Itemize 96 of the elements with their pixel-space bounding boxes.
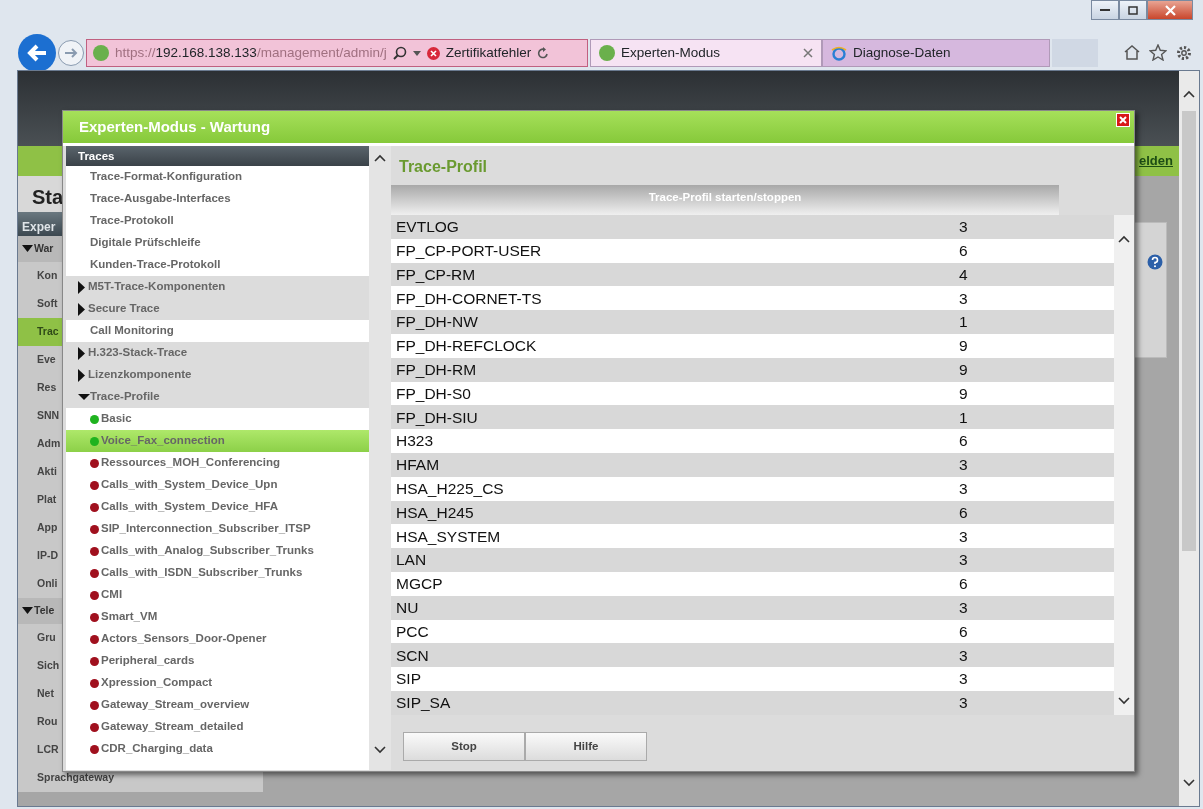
back-arrow-icon [26, 43, 48, 63]
table-cell-text: 6 [959, 431, 969, 452]
scroll-up-icon[interactable] [374, 154, 387, 162]
address-bar[interactable]: https://192.168.138.133/management/admin/j Zertifikatfehler [86, 39, 588, 67]
caret-icon [78, 302, 85, 316]
scroll-down-icon[interactable] [374, 746, 387, 754]
tree-folder[interactable]: M5T-Trace-Komponenten [66, 276, 370, 298]
tree-header: Traces [66, 146, 370, 166]
table-cell-text: 3 [959, 288, 969, 309]
table-cell-text: FP_DH-CORNET-TS [396, 288, 542, 309]
table-cell-text: FP_DH-SIU [396, 407, 478, 428]
table-cell-text: 3 [959, 455, 969, 476]
caret-icon [78, 280, 85, 294]
table-cell-text: FP_DH-NW [396, 312, 478, 333]
section-title: Trace-Profil [398, 157, 489, 177]
error-icon [426, 46, 440, 60]
table-cell-text: HFAM [396, 455, 440, 476]
table-cell-text: 3 [959, 526, 969, 547]
table-cell-text: 3 [959, 217, 969, 238]
table-cell-text: SIP_SA [396, 693, 451, 714]
table-cell-text: MGCP [396, 574, 443, 595]
table-cell-text: 3 [959, 693, 969, 714]
maximize-icon [1128, 5, 1138, 15]
scroll-down-icon[interactable] [1118, 696, 1130, 705]
table-cell-text: 3 [959, 550, 969, 571]
table-cell-text: 3 [959, 645, 969, 666]
table-cell-text: HSA_SYSTEM [396, 526, 501, 547]
table-cell-text: 3 [959, 598, 969, 618]
refresh-icon[interactable] [537, 46, 550, 60]
profile-item[interactable]: Voice_Fax_connection [66, 430, 370, 452]
table-cell-text: FP_CP-RM [396, 264, 476, 285]
caret-icon [78, 393, 90, 401]
table-cell-text: 9 [959, 360, 969, 381]
table-cell-text: H323 [396, 431, 434, 452]
dropdown-icon[interactable] [412, 50, 421, 56]
maximize-button[interactable] [1119, 0, 1147, 20]
scroll-up-icon[interactable] [1118, 235, 1130, 243]
back-button[interactable] [18, 34, 56, 72]
close-icon [1119, 116, 1127, 124]
table-cell-text: 9 [959, 336, 969, 357]
tree-folder[interactable]: H.323-Stack-Trace [66, 342, 370, 364]
table-cell-text: 6 [959, 621, 969, 642]
tree-folder[interactable]: Lizenzkomponente [66, 364, 370, 386]
column-header: Trace-Profil starten/stoppen [391, 185, 1059, 215]
close-icon [1164, 4, 1176, 16]
forward-button[interactable] [58, 40, 84, 66]
table-cell-text: FP_DH-RM [396, 360, 477, 381]
home-icon[interactable] [1123, 44, 1141, 60]
table-cell-text: EVTLOG [396, 217, 459, 238]
minimize-button[interactable] [1091, 0, 1119, 20]
browser-tab[interactable]: Diagnose-Daten [822, 39, 1050, 67]
certificate-error-text[interactable]: Zertifikatfehler [445, 42, 532, 64]
search-icon[interactable] [392, 46, 407, 60]
tree-folder[interactable]: Trace-Profile [66, 386, 370, 408]
close-tab-icon[interactable] [803, 48, 813, 58]
site-icon [93, 45, 109, 61]
scrollbar[interactable] [369, 146, 391, 770]
table-cell-text: LAN [396, 550, 427, 571]
browser-tab[interactable]: Experten-Modus [590, 39, 822, 67]
settings-icon[interactable] [1175, 44, 1193, 62]
table-cell-text: 6 [959, 241, 969, 262]
caret-icon [78, 346, 85, 360]
table-cell-text: FP_DH-REFCLOCK [396, 336, 537, 357]
minimize-icon [1100, 8, 1110, 12]
scrollbar[interactable] [1114, 215, 1134, 715]
browser-icon [831, 45, 847, 61]
table-cell-text: 6 [959, 574, 969, 595]
site-icon [599, 45, 615, 61]
table-cell-text: FP_DH-S0 [396, 383, 471, 404]
table-cell-text: FP_CP-PORT-USER [396, 241, 542, 262]
table-cell-text: SCN [396, 645, 429, 666]
table-cell-text: 1 [959, 312, 969, 333]
help-button[interactable]: Hilfe [525, 731, 647, 761]
table-cell-text: 4 [959, 264, 969, 285]
close-button[interactable] [1147, 0, 1193, 20]
table-cell-text: 1 [959, 407, 969, 428]
logout-link[interactable]: elden [1139, 151, 1173, 171]
table-cell-text: HSA_H225_CS [396, 479, 504, 500]
table-cell-text: 9 [959, 383, 969, 404]
help-icon[interactable] [1147, 254, 1163, 270]
tree-folder[interactable]: Secure Trace [66, 298, 370, 320]
forward-arrow-icon [64, 47, 78, 59]
caret-icon [78, 368, 85, 382]
table-cell-text: 3 [959, 669, 969, 690]
table-cell-text: NU [396, 598, 419, 618]
table-cell-text: 6 [959, 502, 969, 523]
star-icon[interactable] [1149, 44, 1167, 61]
table-cell-text: PCC [396, 621, 429, 642]
stop-button[interactable]: Stop [403, 731, 525, 761]
caret-icon [22, 245, 34, 253]
url-text: https://192.168.138.133/management/admin/j [115, 43, 387, 62]
table-cell-text: 3 [959, 479, 969, 500]
table-cell-text: SIP [396, 669, 421, 690]
dialog-title: Experten-Modus - Wartung [79, 116, 271, 137]
caret-icon [22, 607, 34, 615]
table-cell-text: HSA_H245 [396, 502, 474, 523]
